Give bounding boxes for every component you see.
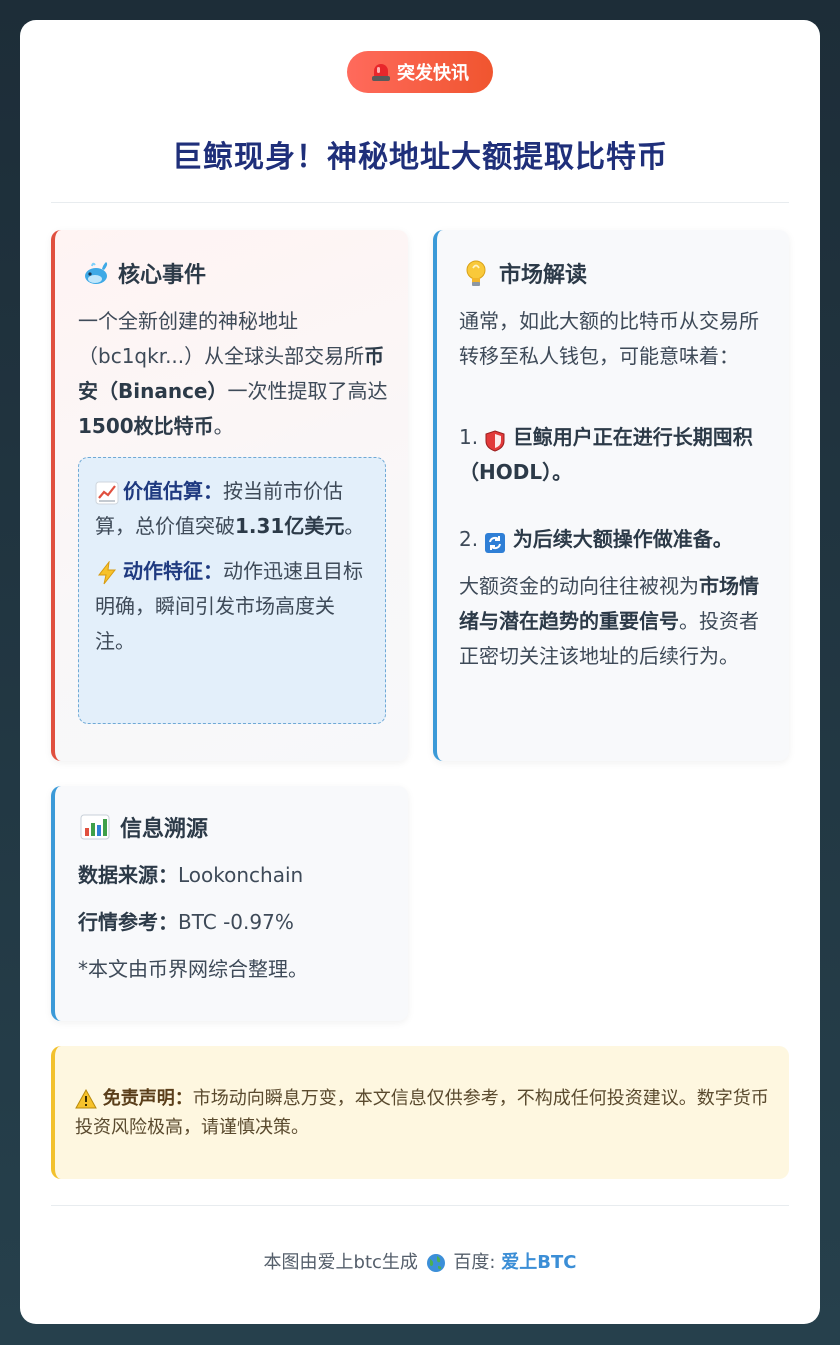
source-box: 信息溯源 数据来源：Lookonchain 行情参考：BTC -0.97% *本… xyxy=(51,786,408,1021)
bar-chart-icon xyxy=(80,814,110,840)
core-text-part: 。 xyxy=(213,414,234,438)
badge-label: 突发快讯 xyxy=(397,63,469,84)
shield-icon xyxy=(484,428,506,452)
point-text: 为后续大额操作做准备。 xyxy=(512,527,733,551)
footer: 本图由爱上btc生成 百度: 爱上BTC xyxy=(20,1248,820,1274)
data-source-value: Lookonchain xyxy=(178,863,304,887)
market-ref-value: BTC -0.97% xyxy=(178,910,294,934)
page-title: 巨鲸现身！神秘地址大额提取比特币 xyxy=(172,140,668,175)
lightbulb-icon xyxy=(463,260,489,286)
warning-icon xyxy=(75,1088,97,1109)
breaking-news-badge: 突发快讯 xyxy=(347,51,493,93)
chart-up-icon xyxy=(95,481,119,505)
core-event-title: 核心事件 xyxy=(118,263,207,288)
lightning-icon xyxy=(95,559,119,585)
footer-text: 本图由爱上btc生成 xyxy=(263,1252,418,1273)
point-number: 2. xyxy=(459,527,479,551)
core-event-heading: 核心事件 xyxy=(82,257,206,289)
globe-icon xyxy=(426,1253,446,1273)
disclaimer-text: 免责声明：市场动向瞬息万变，本文信息仅供参考，不构成任何投资建议。数字货币投资风… xyxy=(75,1084,775,1142)
core-text-part: 一个全新创建的神秘地址（bc1qkr...）从全球头部交易所 xyxy=(78,309,365,368)
divider xyxy=(51,202,789,203)
core-event-box: 核心事件 一个全新创建的神秘地址（bc1qkr...）从全球头部交易所币安（Bi… xyxy=(51,230,408,761)
action-label: 动作特征： xyxy=(123,559,223,583)
whale-icon xyxy=(82,260,108,286)
disclaimer-label: 免责声明： xyxy=(102,1088,193,1109)
value-amount: 1.31亿美元 xyxy=(235,514,345,538)
source-note: *本文由币界网综合整理。 xyxy=(78,957,308,981)
data-source-label: 数据来源： xyxy=(78,863,178,887)
outro-text: 大额资金的动向往往被视为 xyxy=(459,574,699,598)
footer-divider xyxy=(51,1205,789,1206)
brand-link[interactable]: 爱上BTC xyxy=(501,1252,576,1273)
market-title: 市场解读 xyxy=(499,263,588,288)
value-label: 价值估算： xyxy=(123,479,223,503)
market-outro: 大额资金的动向往往被视为市场情绪与潜在趋势的重要信号。投资者正密切关注该地址的后… xyxy=(459,569,759,674)
market-point-1: 1. 巨鲸用户正在进行长期囤积（HODL）。 xyxy=(459,420,769,490)
market-point-2: 2. 为后续大额操作做准备。 xyxy=(459,522,769,557)
refresh-icon xyxy=(484,530,506,553)
point-number: 1. xyxy=(459,425,479,449)
source-title: 信息溯源 xyxy=(120,817,209,842)
market-ref-label: 行情参考： xyxy=(78,910,178,934)
source-heading: 信息溯源 xyxy=(80,811,208,843)
siren-icon xyxy=(371,62,391,82)
core-details-box: 价值估算：按当前市价估算，总价值突破1.31亿美元。 动作特征：动作迅速且目标明… xyxy=(78,457,386,724)
data-source: 数据来源：Lookonchain xyxy=(78,858,398,893)
search-label: 百度: xyxy=(453,1252,496,1273)
core-text-part: 一次性提取了高达 xyxy=(227,379,388,403)
action-feature: 动作特征：动作迅速且目标明确，瞬间引发市场高度关注。 xyxy=(95,554,369,659)
market-analysis-box: 市场解读 通常，如此大额的比特币从交易所转移至私人钱包，可能意味着： 1. 巨鲸… xyxy=(433,230,789,761)
market-intro: 通常，如此大额的比特币从交易所转移至私人钱包，可能意味着： xyxy=(459,309,759,368)
core-event-text: 一个全新创建的神秘地址（bc1qkr...）从全球头部交易所币安（Binance… xyxy=(78,304,388,444)
market-reference: 行情参考：BTC -0.97% xyxy=(78,905,398,940)
value-end: 。 xyxy=(344,514,365,538)
value-estimate: 价值估算：按当前市价估算，总价值突破1.31亿美元。 xyxy=(95,474,369,544)
market-heading: 市场解读 xyxy=(463,257,587,289)
disclaimer-box: 免责声明：市场动向瞬息万变，本文信息仅供参考，不构成任何投资建议。数字货币投资风… xyxy=(51,1046,789,1179)
news-card: 突发快讯 巨鲸现身！神秘地址大额提取比特币 核心事件 一个全新创建的神秘地址（b… xyxy=(20,20,820,1324)
btc-amount: 1500枚比特币 xyxy=(78,414,214,438)
